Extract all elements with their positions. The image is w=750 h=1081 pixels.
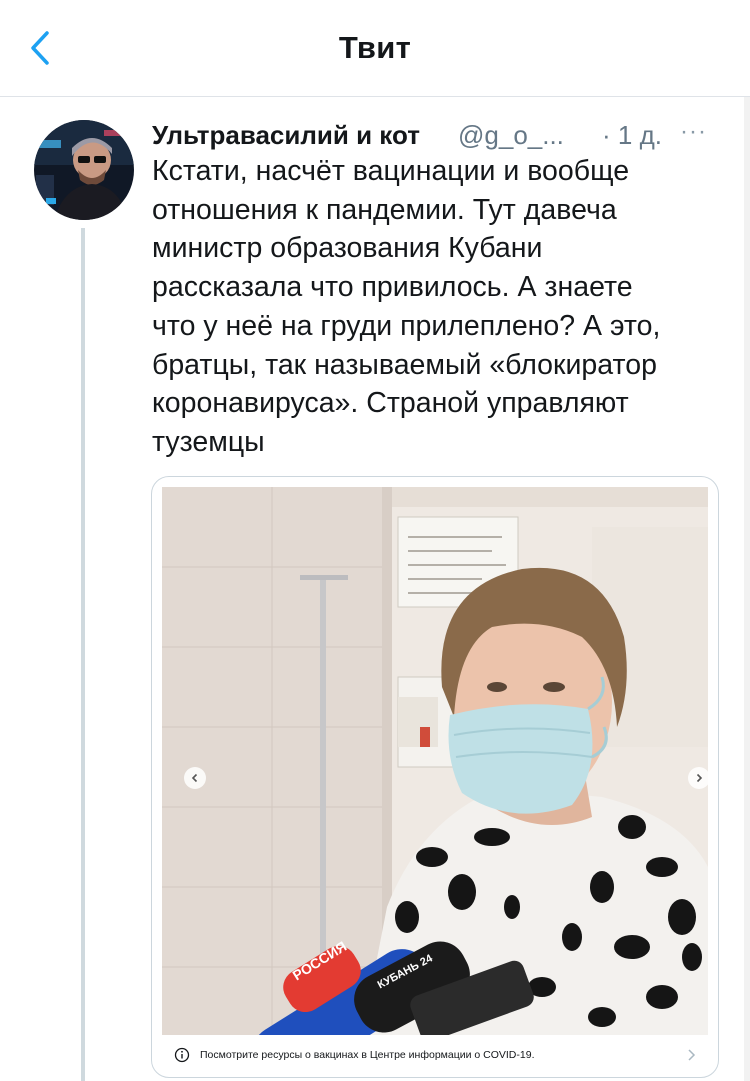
author-name[interactable]: Ультравасилий и кот (152, 120, 420, 151)
next-photo-button[interactable] (688, 767, 708, 789)
covid-info-banner[interactable]: Посмотрите ресурсы о вакцинах в Центре и… (152, 1037, 718, 1077)
info-icon (174, 1047, 190, 1063)
chevron-left-icon (191, 773, 198, 783)
thread-line (81, 228, 85, 1081)
chevron-right-icon (688, 1049, 696, 1061)
page-title: Твит (338, 30, 412, 65)
tweet-timestamp[interactable]: · 1 д. (602, 120, 662, 151)
profile-photo (34, 120, 134, 220)
photo-image: РОССИЯ КУБАНЬ 24 (162, 487, 708, 1035)
avatar[interactable] (34, 120, 134, 220)
top-bar: Твит (0, 0, 750, 97)
more-options-icon[interactable]: ··· (680, 118, 707, 146)
tweet-header: Ультравасилий и кот @g_o_... · 1 д. ··· (152, 118, 732, 156)
previous-photo-button[interactable] (184, 767, 206, 789)
chevron-right-icon (696, 773, 703, 783)
media-card[interactable]: РОССИЯ КУБАНЬ 24 Посмотрите ресурсы о ва… (151, 476, 719, 1078)
covid-info-text: Посмотрите ресурсы о вакцинах в Центре и… (200, 1049, 535, 1061)
tweet-text: Кстати, насчёт вацинации и вообще отноше… (152, 155, 661, 458)
tweet-photo[interactable]: РОССИЯ КУБАНЬ 24 (162, 487, 708, 1035)
author-handle[interactable]: @g_o_... (458, 120, 564, 151)
scrollbar[interactable] (744, 97, 750, 1081)
